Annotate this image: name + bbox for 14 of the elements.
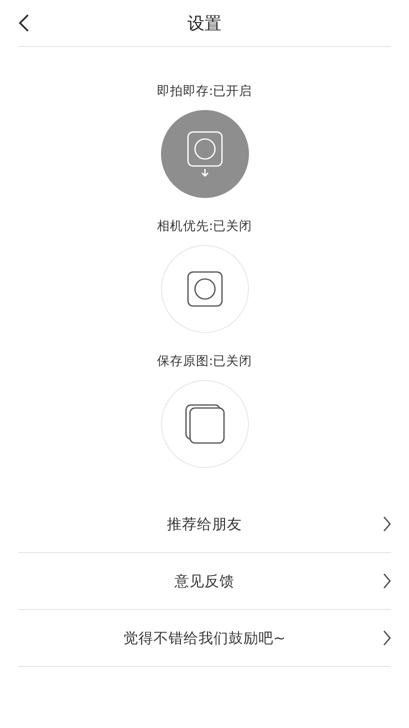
back-icon[interactable] <box>18 14 30 32</box>
page-title: 设置 <box>188 12 222 34</box>
chevron-icon <box>383 630 391 646</box>
menu-item[interactable]: 推荐给朋友 <box>18 496 391 553</box>
menu-item[interactable]: 意见反馈 <box>18 553 391 610</box>
menu-item[interactable]: 觉得不错给我们鼓励吧~ <box>18 610 391 667</box>
toggle-label: 保存原图:已关闭 <box>156 353 252 370</box>
chevron-icon <box>383 516 391 532</box>
chevron-icon <box>383 573 391 589</box>
toggle-label: 即拍即存:已开启 <box>156 83 252 100</box>
camera-save-icon <box>186 131 222 177</box>
stacked-photos-icon <box>184 404 224 444</box>
camera-icon <box>186 271 222 307</box>
toggle-label: 相机优先:已关闭 <box>156 218 252 235</box>
